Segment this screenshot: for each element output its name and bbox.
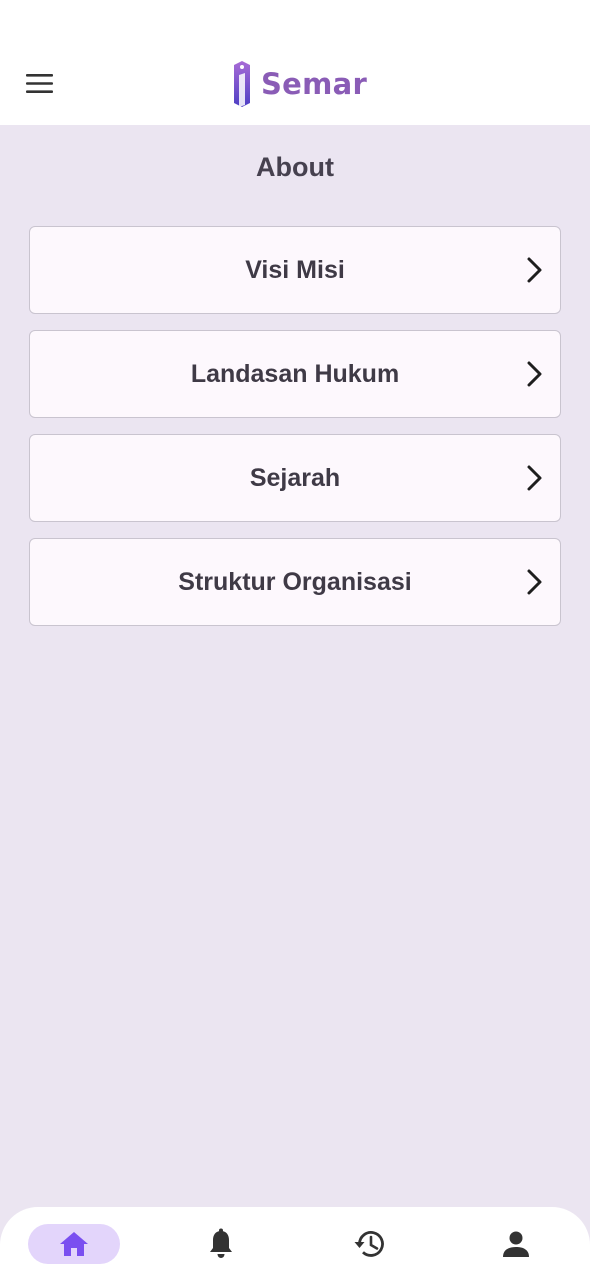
menu-item-landasan-hukum[interactable]: Landasan Hukum <box>29 330 561 418</box>
history-icon <box>354 1231 384 1257</box>
menu-item-label: Visi Misi <box>245 255 345 284</box>
nav-profile-button[interactable] <box>491 1224 541 1264</box>
chevron-right-icon <box>520 464 548 492</box>
menu-item-label: Struktur Organisasi <box>178 567 412 596</box>
chevron-right-icon <box>520 360 548 388</box>
tag-logo-icon <box>234 61 250 107</box>
hamburger-menu-button[interactable] <box>20 66 60 102</box>
app-screen: Semar About Visi Misi Landasan Hukum Sej… <box>0 0 590 1280</box>
hamburger-menu-icon <box>26 74 53 93</box>
chevron-right-icon <box>520 256 548 284</box>
top-app-bar: Semar <box>0 0 590 125</box>
menu-item-struktur-organisasi[interactable]: Struktur Organisasi <box>29 538 561 626</box>
bell-icon <box>210 1228 232 1258</box>
nav-history-button[interactable] <box>344 1224 394 1264</box>
bottom-navigation-bar <box>0 1207 590 1280</box>
about-menu-list: Visi Misi Landasan Hukum Sejarah Struktu… <box>29 226 561 642</box>
app-name: Semar <box>261 67 368 101</box>
home-icon <box>60 1232 88 1256</box>
menu-item-sejarah[interactable]: Sejarah <box>29 434 561 522</box>
page-title: About <box>256 152 334 182</box>
nav-home-button[interactable] <box>28 1224 120 1264</box>
nav-notifications-button[interactable] <box>196 1224 246 1264</box>
app-logo: Semar <box>229 60 367 108</box>
menu-item-label: Landasan Hukum <box>190 359 400 388</box>
menu-item-label: Sejarah <box>249 463 341 492</box>
menu-item-visi-misi[interactable]: Visi Misi <box>29 226 561 314</box>
person-icon <box>503 1231 529 1257</box>
chevron-right-icon <box>520 568 548 596</box>
